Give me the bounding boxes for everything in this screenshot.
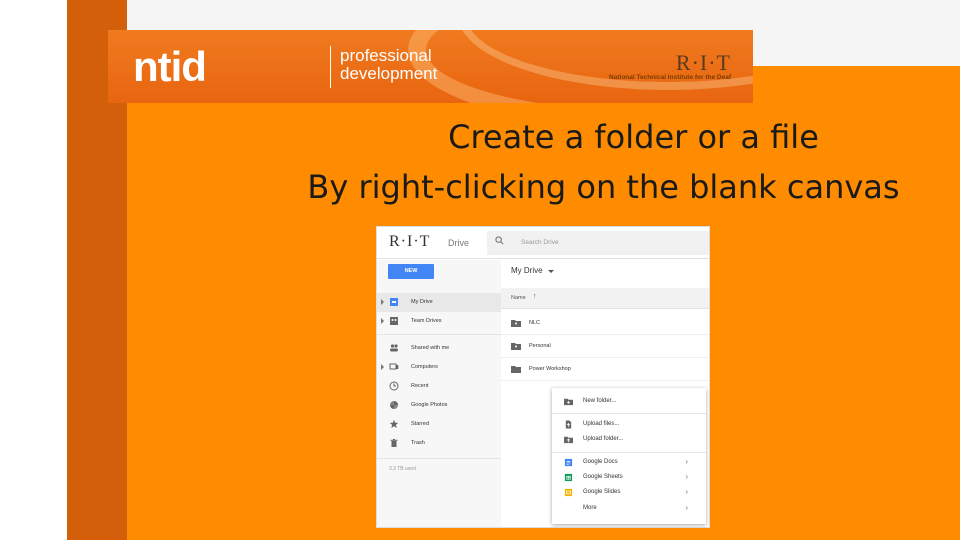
drive-icon [390,298,398,306]
file-name: NLC [529,320,541,326]
search-icon [495,236,504,245]
banner-divider [330,46,331,88]
chevron-right-icon: › [685,472,688,481]
menu-item-label: More [583,505,597,511]
trash-icon [390,439,398,447]
slides-icon [564,488,573,497]
sidebar-item-my-drive[interactable]: My Drive [377,293,501,312]
sort-up-icon[interactable]: ↑ [533,293,537,300]
my-drive-title[interactable]: My Drive [511,266,543,275]
search-placeholder: Search Drive [521,239,559,246]
sidebar-item-label: Trash [411,440,425,446]
sidebar-item-trash[interactable]: Trash [377,434,501,453]
menu-item-label: Upload folder... [583,436,624,442]
file-row[interactable]: Personal [501,335,709,358]
file-row[interactable]: NLC [501,312,709,335]
sidebar-item-label: Team Drives [411,318,442,324]
docs-icon [564,458,573,467]
slide-title-line1: Create a folder or a file [448,118,819,156]
people-icon [390,344,398,352]
ntid-banner: ntid professional development R·I·T Nati… [108,30,753,103]
new-folder-icon [564,398,573,406]
file-name: Personal [529,343,551,349]
sidebar-item-computers[interactable]: Computers [377,358,501,377]
sidebar-item-photos[interactable]: Google Photos [377,396,501,415]
new-button[interactable]: NEW [388,264,434,279]
expand-arrow-icon[interactable] [381,299,384,305]
computer-icon [389,363,399,370]
file-name: Power Workshop [529,366,571,372]
expand-arrow-icon[interactable] [381,364,384,370]
expand-arrow-icon[interactable] [381,318,384,324]
pinwheel-icon [390,401,398,409]
menu-item-more[interactable]: More › [552,501,706,516]
storage-used: 3.3 TB used [389,466,416,472]
sidebar-item-starred[interactable]: Starred [377,415,501,434]
chevron-right-icon: › [685,503,688,512]
search-input[interactable]: Search Drive [487,231,709,255]
upload-folder-icon [564,436,573,444]
menu-item-label: Google Sheets [583,474,623,480]
banner-tagline-line1: professional [340,46,432,65]
drive-rit-logo: R·I·T [389,233,431,250]
sidebar-item-label: Computers [411,364,438,370]
sidebar-divider [377,334,501,335]
context-menu: New folder... Upload files... Upload fol… [552,388,706,524]
menu-divider [552,413,706,414]
sidebar-item-team-drives[interactable]: Team Drives [377,312,501,331]
file-row[interactable]: Power Workshop [501,358,709,381]
sidebar-item-label: My Drive [411,299,433,305]
ntid-logo: ntid [133,43,207,90]
folder-icon [511,366,521,373]
sidebar-item-label: Shared with me [411,345,450,351]
sidebar-item-recent[interactable]: Recent [377,377,501,396]
menu-item-label: New folder... [583,398,617,404]
upload-file-icon [565,420,572,429]
clock-icon [389,381,399,391]
menu-item-label: Google Docs [583,459,618,465]
drive-logo-sub: Drive [448,238,470,248]
chevron-right-icon: › [685,487,688,496]
star-icon [389,419,399,428]
sidebar-item-label: Starred [411,421,430,427]
menu-item-label: Upload files... [583,421,620,427]
team-drives-icon [390,317,398,325]
shared-folder-icon [511,343,521,350]
sidebar-item-label: Recent [411,383,429,389]
drive-header: R·I·T Drive Search Drive [377,227,709,259]
drive-sidebar: NEW My Drive Team Drives Shared with me … [377,260,501,527]
menu-item-upload-files[interactable]: Upload files... [552,417,706,432]
chevron-right-icon: › [685,457,688,466]
column-header: Name ↑ [501,288,709,309]
ntid-full-name: National Technical Institute for the Dea… [609,74,731,81]
menu-item-google-sheets[interactable]: Google Sheets › [552,470,706,485]
menu-item-google-slides[interactable]: Google Slides › [552,485,706,500]
menu-item-label: Google Slides [583,489,621,495]
shared-folder-icon [511,320,521,327]
column-name[interactable]: Name [511,295,526,301]
slide-title: Create a folder or a file By right-click… [127,112,960,212]
slide-title-line2: By right-clicking on the blank canvas [307,168,900,206]
banner-tagline: professional development [340,47,437,83]
menu-item-new-folder[interactable]: New folder... [552,394,706,409]
chevron-down-icon[interactable] [548,270,554,273]
rit-logo: R·I·T [675,50,731,75]
sidebar-divider [377,458,501,459]
menu-item-upload-folder[interactable]: Upload folder... [552,432,706,447]
sidebar-item-label: Google Photos [411,402,448,408]
menu-divider [552,452,706,453]
sidebar-item-shared[interactable]: Shared with me [377,339,501,358]
banner-tagline-line2: development [340,64,438,83]
menu-item-google-docs[interactable]: Google Docs › [552,455,706,470]
sheets-icon [564,473,573,482]
